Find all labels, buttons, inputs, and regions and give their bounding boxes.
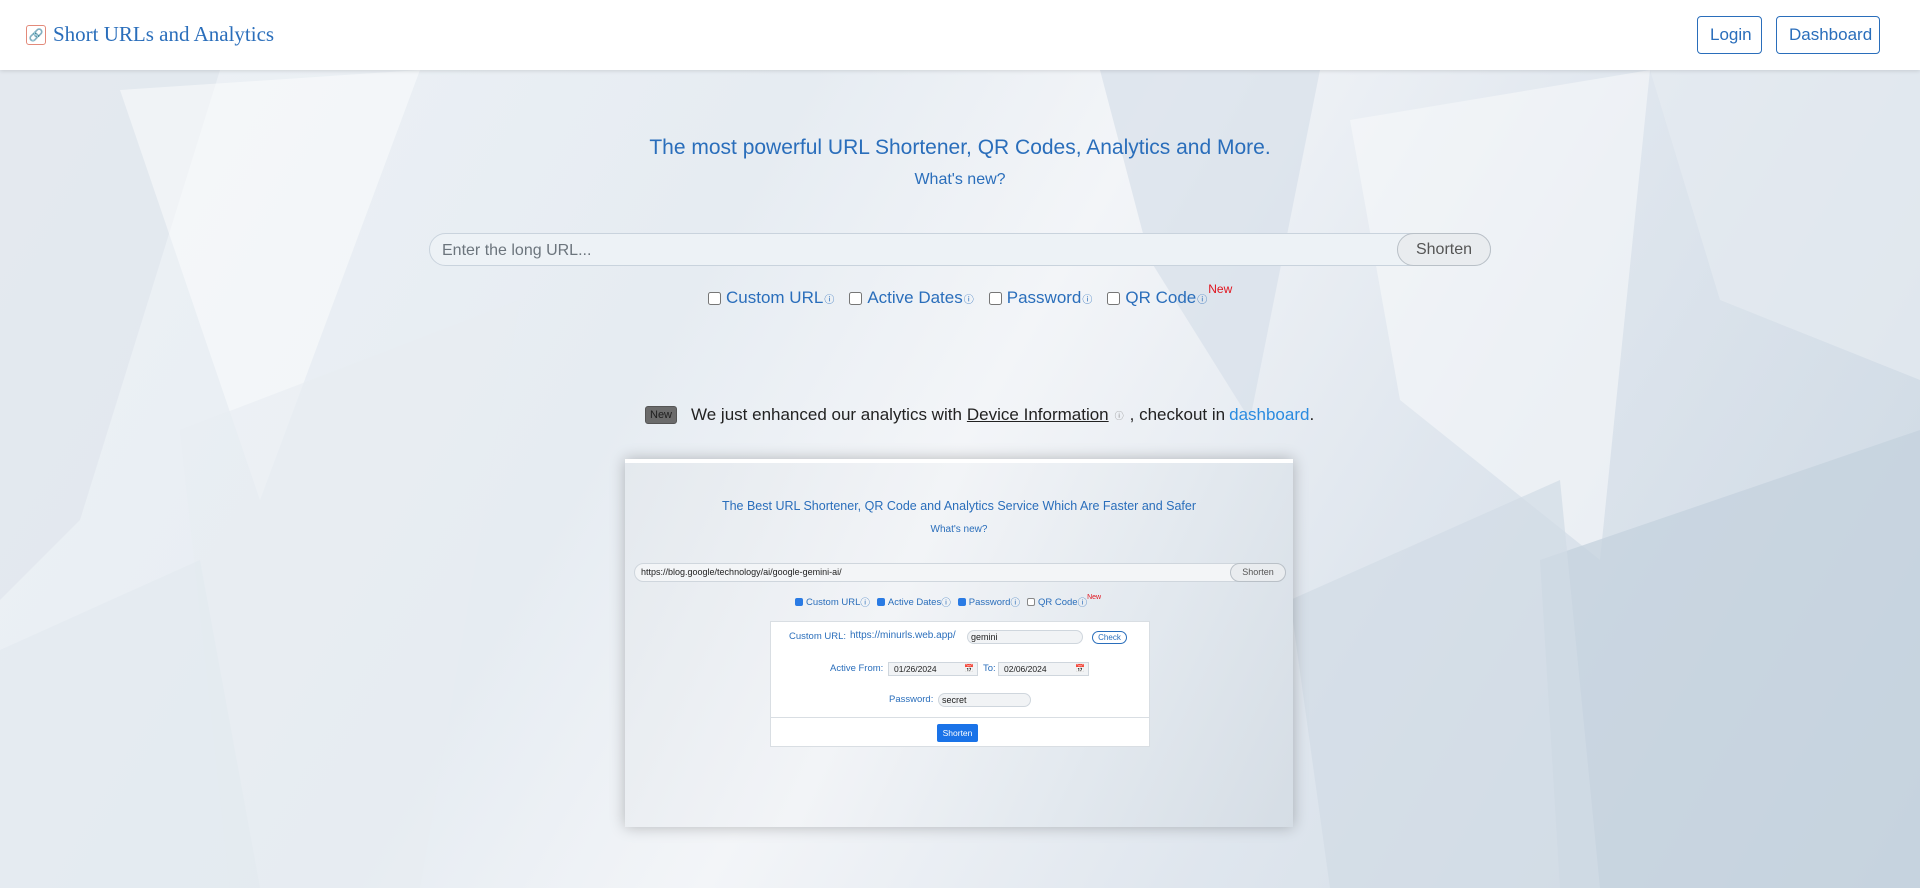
preview-custom-url-label: Custom URL: [789,631,847,642]
preview-options: Custom URL ⓘ Active Dates ⓘ Password ⓘ Q… [795,593,1108,609]
checked-checkbox-icon [957,598,966,606]
active-dates-checkbox[interactable] [849,291,863,305]
preview-option-label: QR Code [1037,596,1078,608]
password-checkbox[interactable] [988,291,1002,305]
preview-url-field: https://blog.google/technology/ai/google… [634,563,1286,582]
option-active-dates[interactable]: Active Dates ⓘ [847,288,974,308]
preview-password-field: secret [938,693,1031,707]
preview-active-from-label: Active From: [830,663,884,674]
preview-to-value: 02/06/2024 [1004,664,1047,674]
preview-option-label: Custom URL [806,596,861,608]
url-form: Shorten [429,233,1491,267]
announcement-period: . [1309,405,1315,424]
announcement-text-middle: , checkout in [1129,405,1226,424]
new-badge: New [645,406,678,424]
main-content: The most powerful URL Shortener, QR Code… [0,70,1920,888]
option-password[interactable]: Password ⓘ [987,288,1092,308]
preview-password-label: Password: [889,694,934,705]
brand-link[interactable]: 🔗 Short URLs and Analytics [26,22,274,47]
preview-active-from-field: 01/26/2024 📅 [888,662,978,676]
preview-active-from-value: 01/26/2024 [894,664,937,674]
preview-custom-url-field: gemini [967,630,1083,644]
whats-new-link[interactable]: What's new? [0,171,1920,189]
calendar-icon: 📅 [964,664,974,673]
info-icon[interactable]: ⓘ [1197,291,1207,306]
preview-check-button: Check [1092,631,1127,644]
info-icon[interactable]: ⓘ [824,291,834,306]
custom-url-label: Custom URL [726,288,824,307]
info-icon[interactable]: ⓘ [1082,291,1092,306]
preview-new-badge: New [1087,593,1102,601]
preview-option: QR Code ⓘ New [1026,593,1102,609]
qr-code-checkbox[interactable] [1107,291,1121,305]
shorten-options: Custom URL ⓘ Active Dates ⓘ Password ⓘ Q… [706,282,1245,308]
new-badge: New [1208,282,1233,296]
option-custom-url[interactable]: Custom URL ⓘ [706,288,834,308]
calendar-icon: 📅 [1075,664,1085,673]
active-dates-label: Active Dates [867,288,963,307]
dashboard-link[interactable]: dashboard [1229,405,1309,425]
preview-submit-button: Shorten [937,724,978,742]
navbar: 🔗 Short URLs and Analytics Login Dashboa… [0,0,1920,70]
long-url-input[interactable] [440,234,1404,267]
page-headline: The most powerful URL Shortener, QR Code… [649,136,1271,159]
shorten-button[interactable]: Shorten [1397,233,1491,266]
announcement: New We just enhanced our analytics with … [645,405,1314,425]
preview-option: Password ⓘ [957,595,1020,609]
preview-top-border [625,459,1293,463]
announcement-text: We just enhanced our analytics with [691,405,962,424]
link-logo-icon: 🔗 [26,24,46,45]
preview-custom-url-base: https://minurls.web.app/ [850,630,956,641]
feature-preview-image: The Best URL Shortener, QR Code and Anal… [625,459,1293,827]
login-button[interactable]: Login [1697,16,1762,54]
info-icon: ⓘ [941,598,951,609]
dashboard-button[interactable]: Dashboard [1776,16,1880,54]
preview-divider [771,717,1149,718]
preview-whats-new: What's new? [930,524,988,535]
checked-checkbox-icon [876,598,885,606]
preview-option-label: Active Dates [887,596,942,608]
password-label: Password [1006,288,1082,307]
preview-options-form: Custom URL: https://minurls.web.app/ gem… [770,621,1150,747]
checked-checkbox-icon [795,598,803,606]
custom-url-checkbox[interactable] [708,291,721,305]
info-icon[interactable]: ⓘ [964,291,974,306]
preview-headline: The Best URL Shortener, QR Code and Anal… [721,499,1197,513]
info-icon: ⓘ [860,598,870,609]
preview-option-label: Password [968,596,1011,608]
option-qr-code[interactable]: QR Code ⓘ New [1105,282,1232,308]
preview-to-label: To: [983,663,996,674]
qr-code-label: QR Code [1125,288,1197,307]
preview-to-field: 02/06/2024 📅 [998,662,1089,676]
info-icon: ⓘ [1077,598,1088,609]
preview-option: Custom URL ⓘ [795,595,870,609]
preview-shorten-button: Shorten [1230,563,1286,582]
device-information-link[interactable]: Device Information [967,405,1109,425]
preview-url-value: https://blog.google/technology/ai/google… [641,567,842,577]
unchecked-checkbox-icon [1026,598,1035,606]
brand-name: Short URLs and Analytics [53,22,275,46]
info-icon: ⓘ [1114,410,1124,421]
preview-option: Active Dates ⓘ [876,595,951,609]
info-icon: ⓘ [1010,598,1020,609]
